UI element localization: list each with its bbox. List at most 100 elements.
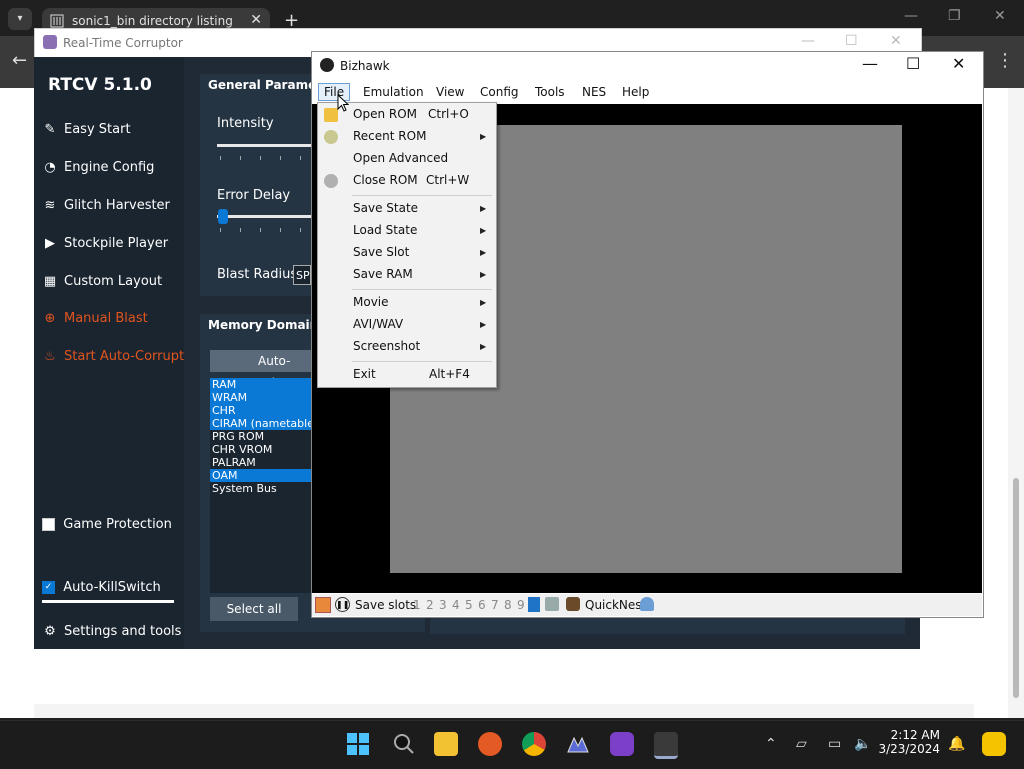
submenu-arrow-icon: ▶: [480, 320, 487, 329]
intensity-slider[interactable]: [217, 144, 312, 147]
save-slot-2[interactable]: 2: [426, 598, 434, 612]
sidebar-item-start-auto-corrupt[interactable]: ♨ Start Auto-Corrupt: [42, 349, 184, 364]
menu-item-close-rom[interactable]: Close ROM: [353, 173, 418, 187]
blast-radius-select[interactable]: SP: [293, 265, 311, 285]
save-slot-3[interactable]: 3: [439, 598, 447, 612]
save-slot-8[interactable]: 8: [504, 598, 512, 612]
notification-bell-icon[interactable]: 🔔: [948, 736, 965, 752]
sidebar-item-easy-start[interactable]: ✎ Easy Start: [42, 122, 131, 137]
game-protection-checkbox[interactable]: Game Protection: [42, 517, 172, 532]
save-slot-7[interactable]: 7: [491, 598, 499, 612]
memory-domain-list[interactable]: RAM WRAM CHR CIRAM (nametables PRG ROM C…: [210, 378, 315, 593]
menu-item-movie[interactable]: Movie: [353, 295, 389, 309]
horizontal-scrollbar[interactable]: [34, 704, 974, 718]
minimize-icon[interactable]: —: [904, 8, 918, 24]
maximize-icon[interactable]: ❐: [948, 8, 961, 24]
menu-separator: [352, 195, 492, 196]
menu-item-save-ram[interactable]: Save RAM: [353, 267, 413, 281]
menu-tools[interactable]: Tools: [535, 85, 565, 99]
auto-select-button[interactable]: Auto-selec: [210, 350, 315, 390]
save-slot-5[interactable]: 5: [465, 598, 473, 612]
menu-item-open-advanced[interactable]: Open Advanced: [353, 151, 448, 165]
menu-config[interactable]: Config: [480, 85, 519, 99]
bizhawk-titlebar: Bizhawk — ☐ ✕: [312, 52, 982, 80]
drive-icon[interactable]: ▱: [796, 736, 807, 752]
list-item[interactable]: PRG ROM: [210, 430, 315, 443]
list-item[interactable]: CIRAM (nametables: [210, 417, 315, 430]
menu-separator: [352, 289, 492, 290]
search-icon[interactable]: [392, 732, 416, 756]
maximize-icon[interactable]: ☐: [906, 54, 920, 73]
menu-item-avi-wav[interactable]: AVI/WAV: [353, 317, 403, 331]
save-slots-label: Save slots: [355, 598, 417, 612]
minimize-icon[interactable]: —: [862, 54, 878, 73]
tab-list-button[interactable]: ▾: [8, 8, 32, 30]
error-delay-slider[interactable]: [217, 215, 312, 218]
bizhawk-icon[interactable]: [654, 732, 678, 759]
close-icon[interactable]: ✕: [890, 33, 902, 49]
sidebar-item-engine-config[interactable]: ◔ Engine Config: [42, 160, 154, 175]
core-icon: [566, 597, 580, 611]
menu-view[interactable]: View: [436, 85, 464, 99]
menu-item-save-state[interactable]: Save State: [353, 201, 418, 215]
save-slot-1[interactable]: 1: [413, 598, 421, 612]
chrome-icon[interactable]: [522, 732, 546, 756]
menu-item-exit[interactable]: Exit: [353, 367, 376, 381]
vertical-scrollbar[interactable]: [1008, 88, 1024, 718]
list-item[interactable]: RAM: [210, 378, 315, 391]
menu-help[interactable]: Help: [622, 85, 649, 99]
start-icon[interactable]: [346, 732, 370, 756]
sidebar-item-glitch-harvester[interactable]: ≋ Glitch Harvester: [42, 198, 170, 213]
save-slot-9[interactable]: 9: [517, 598, 525, 612]
close-icon[interactable]: ✕: [994, 8, 1006, 24]
menu-item-load-state[interactable]: Load State: [353, 223, 417, 237]
list-item[interactable]: System Bus: [210, 482, 315, 495]
select-all-button[interactable]: Select all: [210, 597, 298, 621]
close-icon[interactable]: ✕: [952, 54, 965, 73]
layers-icon: ≋: [44, 198, 56, 213]
list-item[interactable]: CHR VROM: [210, 443, 315, 456]
list-item[interactable]: WRAM: [210, 391, 315, 404]
sidebar-item-label: Glitch Harvester: [64, 198, 170, 213]
sidebar-item-stockpile-player[interactable]: ▶ Stockpile Player: [42, 236, 168, 251]
game-app-icon[interactable]: [610, 732, 634, 756]
settings-and-tools-button[interactable]: ⚙ Settings and tools: [42, 624, 181, 639]
sidebar-item-manual-blast[interactable]: ⊕ Manual Blast: [42, 311, 148, 326]
pause-icon[interactable]: ❚❚: [335, 597, 350, 612]
menu-item-save-slot[interactable]: Save Slot: [353, 245, 409, 259]
error-delay-label: Error Delay: [217, 188, 291, 203]
sidebar-item-custom-layout[interactable]: ▦ Custom Layout: [42, 274, 162, 289]
list-item[interactable]: PALRAM: [210, 456, 315, 469]
back-icon[interactable]: ←: [12, 50, 27, 71]
clock-date: 3/23/2024: [878, 742, 940, 756]
firefox-icon[interactable]: [478, 732, 502, 756]
save-slot-4[interactable]: 4: [452, 598, 460, 612]
minimize-icon[interactable]: —: [801, 33, 815, 49]
save-slot-6[interactable]: 6: [478, 598, 486, 612]
bizhawk-menubar: File Emulation View Config Tools NES Hel…: [312, 81, 982, 103]
display-icon[interactable]: ▭: [828, 736, 841, 752]
menu-item-recent-rom[interactable]: Recent ROM: [353, 129, 426, 143]
volume-icon[interactable]: 🔈: [854, 736, 871, 752]
clock[interactable]: 2:12 AM 3/23/2024: [878, 728, 940, 756]
chevron-up-icon[interactable]: ⌃: [765, 736, 777, 752]
save-slot-0[interactable]: [528, 597, 540, 612]
slider-thumb[interactable]: [218, 209, 228, 224]
file-dropdown-menu: Open ROM Ctrl+O Recent ROM ▶ Open Advanc…: [317, 102, 497, 388]
controller-icon: [545, 597, 559, 611]
menu-emulation[interactable]: Emulation: [363, 85, 424, 99]
close-tab-icon[interactable]: ✕: [250, 12, 262, 28]
blast-radius-label: Blast Radius:: [217, 267, 302, 282]
list-item[interactable]: OAM: [210, 469, 315, 482]
menu-nes[interactable]: NES: [582, 85, 606, 99]
app-icon[interactable]: [566, 732, 590, 756]
menu-item-open-rom[interactable]: Open ROM: [353, 107, 417, 121]
copilot-icon[interactable]: [982, 732, 1006, 756]
maximize-icon[interactable]: ☐: [845, 33, 858, 49]
shortcut-label: Ctrl+O: [428, 107, 469, 121]
more-icon[interactable]: ⋮: [996, 50, 1014, 71]
list-item[interactable]: CHR: [210, 404, 315, 417]
menu-item-screenshot[interactable]: Screenshot: [353, 339, 420, 353]
file-explorer-icon[interactable]: [434, 732, 458, 756]
auto-killswitch-checkbox[interactable]: ✓ Auto-KillSwitch: [42, 580, 161, 595]
